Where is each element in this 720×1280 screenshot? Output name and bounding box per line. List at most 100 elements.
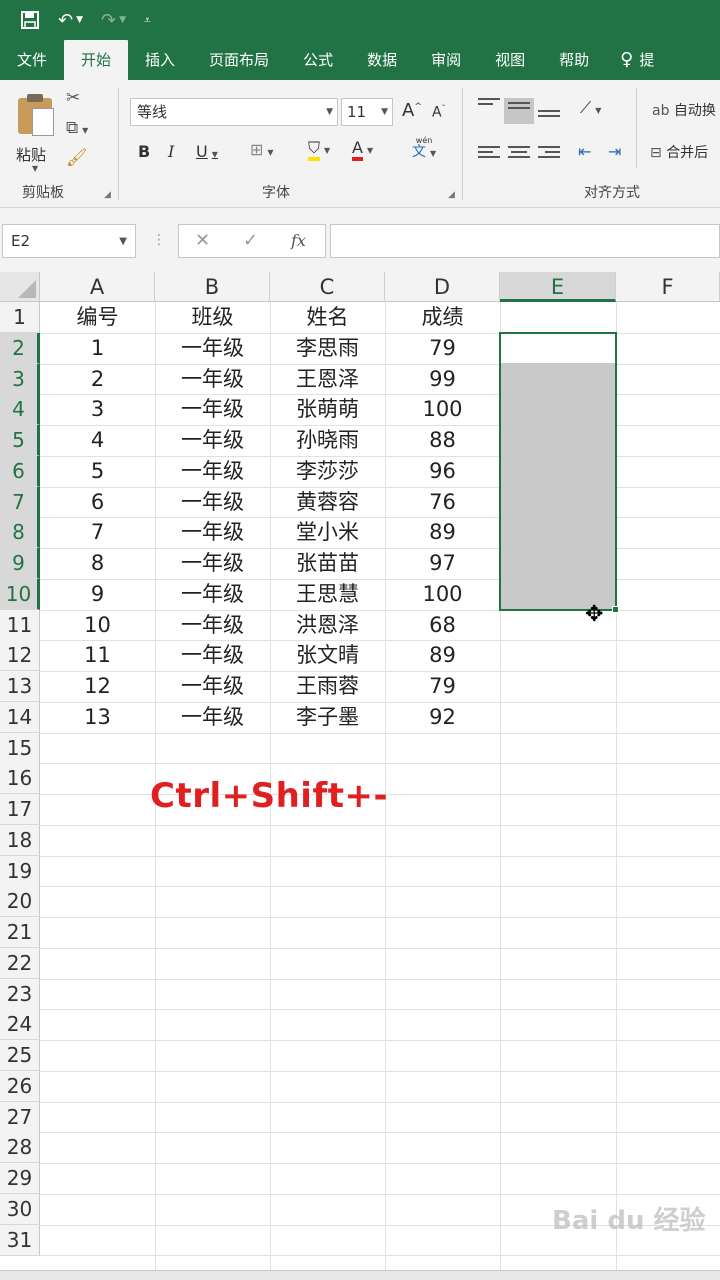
row-header-21[interactable]: 21 — [0, 917, 40, 948]
data-cell[interactable]: 97 — [385, 548, 500, 579]
data-cell[interactable]: 一年级 — [155, 333, 270, 364]
data-cell[interactable]: 9 — [40, 579, 155, 610]
font-name-dropdown[interactable]: 等线 ▼ — [130, 98, 338, 126]
column-header-c[interactable]: C — [270, 272, 385, 302]
splitter-handle[interactable]: ⋮ — [152, 232, 166, 248]
header-cell[interactable]: 编号 — [40, 302, 155, 333]
fill-handle[interactable] — [612, 606, 619, 613]
tab-data[interactable]: 数据 — [350, 40, 414, 80]
row-header-9[interactable]: 9 — [0, 548, 40, 579]
row-header-10[interactable]: 10 — [0, 578, 40, 610]
middle-align-icon[interactable] — [504, 98, 534, 124]
column-header-e[interactable]: E — [500, 272, 616, 302]
data-cell[interactable]: 一年级 — [155, 671, 270, 702]
data-cell[interactable]: 王雨蓉 — [270, 671, 385, 702]
align-left-icon[interactable] — [478, 146, 500, 164]
row-header-11[interactable]: 11 — [0, 609, 40, 641]
tell-me-search[interactable]: ♀ 提 — [606, 40, 654, 80]
row-header-1[interactable]: 1 — [0, 302, 40, 333]
header-cell[interactable]: 成绩 — [385, 302, 500, 333]
row-header-23[interactable]: 23 — [0, 978, 40, 1010]
data-cell[interactable]: 一年级 — [155, 517, 270, 548]
data-cell[interactable]: 一年级 — [155, 425, 270, 456]
data-cell[interactable]: 99 — [385, 364, 500, 395]
column-header-b[interactable]: B — [155, 272, 270, 302]
customize-icon[interactable]: ⩡ — [144, 13, 151, 28]
data-cell[interactable]: 孙晓雨 — [270, 425, 385, 456]
row-header-5[interactable]: 5 — [0, 425, 40, 456]
data-cell[interactable]: 100 — [385, 394, 500, 425]
row-header-3[interactable]: 3 — [0, 363, 40, 395]
row-header-12[interactable]: 12 — [0, 640, 40, 672]
tab-formulas[interactable]: 公式 — [286, 40, 350, 80]
data-cell[interactable]: 一年级 — [155, 610, 270, 641]
data-cell[interactable]: 一年级 — [155, 394, 270, 425]
tab-file[interactable]: 文件 — [0, 40, 64, 80]
font-size-dropdown[interactable]: 11 ▼ — [341, 98, 393, 126]
row-header-8[interactable]: 8 — [0, 517, 40, 549]
row-header-30[interactable]: 30 — [0, 1193, 40, 1225]
data-cell[interactable]: 3 — [40, 394, 155, 425]
row-header-15[interactable]: 15 — [0, 732, 40, 764]
data-cell[interactable]: 68 — [385, 610, 500, 641]
enter-icon[interactable]: ✓ — [243, 230, 258, 251]
tab-view[interactable]: 视图 — [478, 40, 542, 80]
tab-help[interactable]: 帮助 — [542, 40, 606, 80]
data-cell[interactable]: 一年级 — [155, 579, 270, 610]
header-cell[interactable]: 班级 — [155, 302, 270, 333]
data-cell[interactable]: 一年级 — [155, 487, 270, 518]
data-cell[interactable]: 一年级 — [155, 640, 270, 671]
tab-home[interactable]: 开始 — [64, 40, 129, 80]
row-header-4[interactable]: 4 — [0, 394, 40, 426]
format-painter-icon[interactable]: 🖌 — [66, 148, 88, 168]
data-cell[interactable]: 一年级 — [155, 702, 270, 733]
data-cell[interactable]: 一年级 — [155, 364, 270, 395]
data-cell[interactable]: 79 — [385, 333, 500, 364]
data-cell[interactable]: 黄蓉容 — [270, 487, 385, 518]
row-header-24[interactable]: 24 — [0, 1009, 40, 1041]
data-cell[interactable]: 12 — [40, 671, 155, 702]
row-header-20[interactable]: 20 — [0, 886, 40, 918]
data-cell[interactable]: 1 — [40, 333, 155, 364]
data-cell[interactable]: 88 — [385, 425, 500, 456]
cancel-icon[interactable]: ✕ — [195, 230, 210, 251]
row-header-31[interactable]: 31 — [0, 1224, 40, 1256]
data-cell[interactable]: 一年级 — [155, 548, 270, 579]
column-header-d[interactable]: D — [385, 272, 500, 302]
font-color-button[interactable]: A ▼ — [352, 138, 373, 161]
bottom-align-icon[interactable] — [538, 110, 560, 128]
dialog-launcher-icon[interactable]: ◢ — [448, 190, 455, 200]
row-header-7[interactable]: 7 — [0, 486, 40, 518]
increase-indent-icon[interactable]: ⇥ — [608, 142, 621, 161]
data-cell[interactable]: 79 — [385, 671, 500, 702]
data-cell[interactable]: 96 — [385, 456, 500, 487]
data-cell[interactable]: 5 — [40, 456, 155, 487]
data-cell[interactable]: 李思雨 — [270, 333, 385, 364]
row-header-29[interactable]: 29 — [0, 1163, 40, 1194]
fill-color-button[interactable]: ⛉ ▼ — [308, 138, 330, 161]
formula-input[interactable] — [330, 224, 720, 258]
data-cell[interactable]: 6 — [40, 487, 155, 518]
column-header-f[interactable]: F — [616, 272, 720, 302]
align-center-icon[interactable] — [508, 146, 530, 164]
cut-icon[interactable]: ✂ — [66, 88, 80, 108]
data-cell[interactable]: 张萌萌 — [270, 394, 385, 425]
insert-function-icon[interactable]: fx — [291, 231, 306, 250]
tab-page-layout[interactable]: 页面布局 — [192, 40, 286, 80]
decrease-indent-icon[interactable]: ⇤ — [578, 142, 591, 161]
align-right-icon[interactable] — [538, 146, 560, 164]
undo-icon[interactable]: ↶ ▼ — [58, 10, 83, 31]
row-header-19[interactable]: 19 — [0, 855, 40, 887]
phonetic-button[interactable]: wén 文 ▼ — [412, 136, 436, 159]
data-cell[interactable]: 10 — [40, 610, 155, 641]
data-cell[interactable]: 11 — [40, 640, 155, 671]
data-cell[interactable]: 13 — [40, 702, 155, 733]
italic-button[interactable]: I — [168, 142, 174, 161]
bold-button[interactable]: B — [138, 142, 150, 161]
shrink-font-button[interactable]: Aˇ — [432, 104, 446, 121]
data-cell[interactable]: 89 — [385, 640, 500, 671]
row-header-18[interactable]: 18 — [0, 824, 40, 856]
paste-button[interactable]: 粘贴 ▼ — [14, 92, 58, 173]
copy-icon[interactable]: ⧉ ▼ — [66, 118, 88, 138]
row-header-14[interactable]: 14 — [0, 701, 40, 733]
